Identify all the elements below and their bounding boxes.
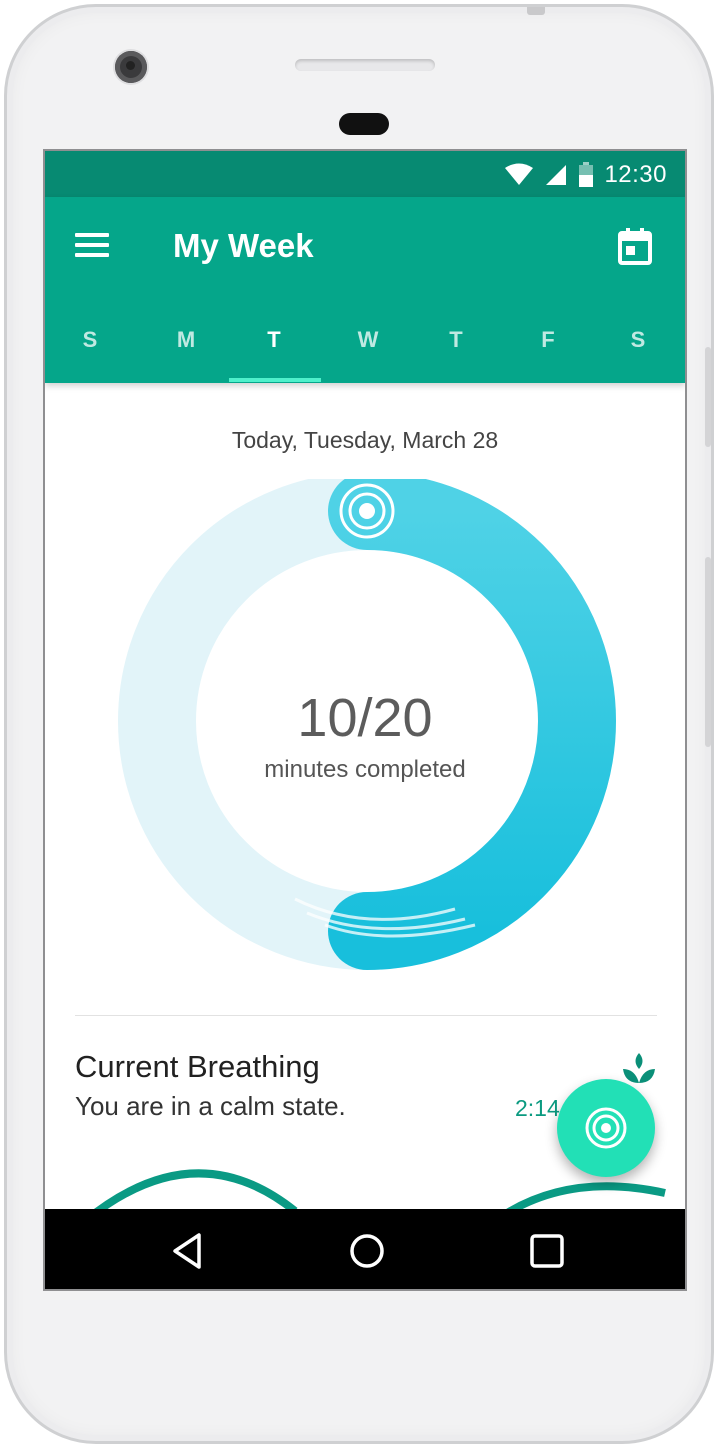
earpiece-speaker — [295, 59, 435, 71]
week-day-tabs: S M T W T F S — [45, 315, 685, 383]
wifi-icon — [505, 163, 534, 185]
front-camera — [115, 51, 147, 83]
card-subtitle: You are in a calm state. — [75, 1091, 346, 1121]
menu-icon — [75, 233, 111, 263]
day-tab-friday[interactable]: F — [503, 327, 593, 353]
day-tab-saturday[interactable]: S — [593, 327, 683, 353]
active-tab-indicator — [229, 378, 321, 382]
progress-knob — [339, 483, 395, 539]
date-label: Today, Tuesday, March 28 — [231, 427, 499, 453]
phone-top-nub — [527, 7, 545, 15]
day-tab-monday[interactable]: M — [141, 327, 231, 353]
status-time: 12:30 — [604, 161, 667, 188]
day-tab-wednesday[interactable]: W — [323, 327, 413, 353]
progress-caption: minutes completed — [264, 756, 466, 783]
phone-screen: 12:30 My Week S M T W T F S Today, Tuesd… — [43, 149, 687, 1291]
section-divider — [75, 1015, 657, 1016]
system-nav-bar — [45, 1209, 685, 1289]
day-tab-tuesday[interactable]: T — [229, 327, 319, 353]
home-icon — [350, 1234, 384, 1268]
proximity-sensor — [339, 113, 389, 135]
battery-icon — [579, 162, 594, 187]
recents-icon — [530, 1234, 564, 1268]
menu-button[interactable] — [75, 233, 111, 263]
breathing-time: 2:14 — [515, 1095, 560, 1121]
phone-volume-button — [705, 347, 711, 447]
back-icon — [173, 1233, 201, 1269]
app-bar: My Week S M T W T F S — [45, 197, 685, 383]
phone-frame: 12:30 My Week S M T W T F S Today, Tuesd… — [4, 4, 714, 1444]
recents-button[interactable] — [525, 1229, 569, 1273]
calendar-icon — [618, 228, 652, 265]
status-bar: 12:30 — [45, 151, 685, 197]
page-title: My Week — [173, 227, 314, 264]
phone-power-button — [705, 557, 711, 747]
cell-signal-icon — [546, 165, 567, 185]
calendar-button[interactable] — [617, 227, 653, 265]
home-button[interactable] — [345, 1229, 389, 1273]
start-breathing-fab[interactable] — [557, 1079, 655, 1177]
day-tab-thursday[interactable]: T — [411, 327, 501, 353]
day-tab-sunday[interactable]: S — [45, 327, 135, 353]
back-button[interactable] — [167, 1229, 211, 1273]
card-title: Current Breathing — [75, 1049, 320, 1084]
breathe-target-icon — [585, 1107, 627, 1149]
progress-value: 10/20 — [297, 688, 433, 748]
